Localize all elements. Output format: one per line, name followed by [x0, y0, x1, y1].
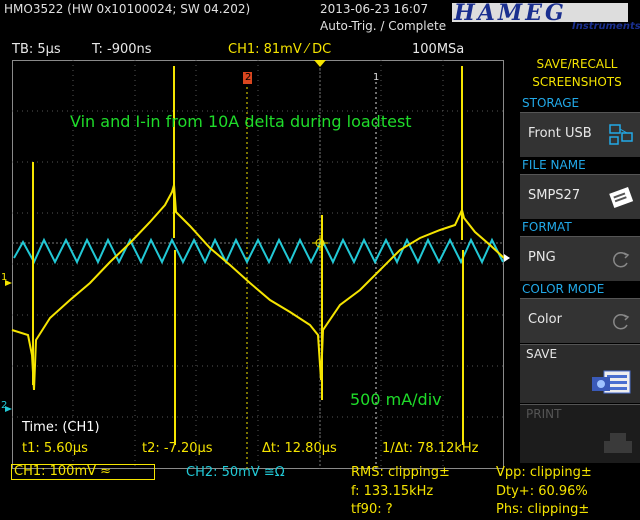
format-button[interactable]: PNG [520, 236, 640, 281]
filename-button[interactable]: SMPS27 [520, 174, 640, 219]
scale-annotation: 500 mA/div [350, 390, 442, 409]
save-camera-icon [592, 370, 631, 394]
storage-value: Front USB [528, 126, 592, 141]
save-label: SAVE [526, 347, 558, 361]
ch1-setting[interactable]: CH1: 100mV ≈ [11, 464, 155, 480]
usb-storage-icon [609, 124, 633, 145]
trigger-position-marker [314, 60, 326, 67]
ch2-setting[interactable]: CH2: 50mV ≅Ω [186, 465, 285, 480]
measure-vpp: Vpp: clipping± [496, 465, 592, 480]
ch1-marker: 1 [1, 272, 8, 283]
cursor-inverse-delta-t: 1/Δt: 78.12kHz [382, 441, 479, 456]
colormode-button[interactable]: Color [520, 298, 640, 343]
cursor-1-label: 1 [373, 72, 380, 83]
storage-label: STORAGE [522, 96, 580, 110]
edit-filename-icon [609, 187, 634, 208]
colormode-value: Color [528, 312, 562, 327]
ch2-marker: 2 [1, 400, 8, 411]
printer-icon [604, 433, 632, 453]
format-label: FORMAT [522, 220, 572, 234]
cursor-t2: t2: -7.20µs [142, 441, 213, 456]
measure-rms: RMS: clipping± [351, 465, 450, 480]
cursor-mode: Time: (CH1) [22, 420, 100, 435]
cursor-2-label: 2 [245, 72, 252, 83]
cycle-arrow-icon [613, 313, 630, 330]
format-value: PNG [528, 250, 556, 265]
print-button[interactable]: PRINT [520, 404, 640, 463]
measure-duty: Dty+: 60.96% [496, 484, 588, 499]
print-label: PRINT [526, 407, 562, 421]
save-button[interactable]: SAVE [520, 344, 640, 403]
filename-label: FILE NAME [522, 158, 586, 172]
storage-button[interactable]: Front USB [520, 112, 640, 157]
cursor-t1: t1: 5.60µs [22, 441, 88, 456]
menu-title-line2: SCREENSHOTS [532, 75, 622, 89]
cursor-delta-t: Δt: 12.80µs [262, 441, 337, 456]
menu-title-line1: SAVE/RECALL [536, 57, 618, 71]
measure-frequency: f: 133.15kHz [351, 484, 434, 499]
filename-value: SMPS27 [528, 188, 581, 203]
cycle-arrow-icon [613, 251, 630, 268]
trigger-level-marker [504, 254, 510, 262]
measure-phase: Phs: clipping± [496, 502, 590, 517]
screen-annotation: Vin and I-in from 10A delta during loadt… [70, 112, 412, 131]
measure-tf90: tf90: ? [351, 502, 393, 517]
colormode-label: COLOR MODE [522, 282, 605, 296]
